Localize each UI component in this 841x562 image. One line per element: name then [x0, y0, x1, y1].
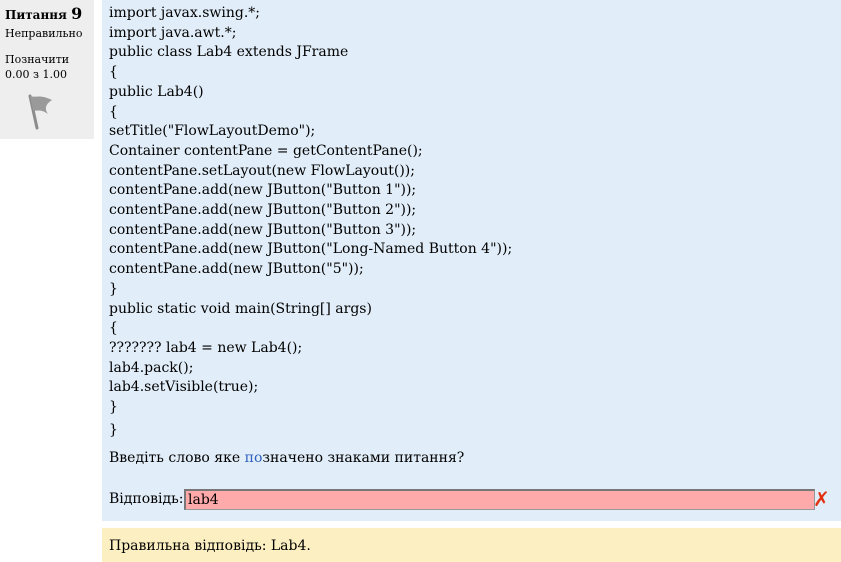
- question-grade: Позначити 0.00 з 1.00: [5, 52, 69, 82]
- code-line: contentPane.add(new JButton("Button 3"))…: [109, 221, 417, 238]
- code-line: contentPane.setLayout(new FlowLayout());: [109, 162, 415, 179]
- answer-row: Відповідь: ✗: [109, 487, 835, 511]
- code-line: public static void main(String[] args): [109, 300, 372, 317]
- code-line: Container contentPane = getContentPane()…: [109, 142, 423, 159]
- flag-icon[interactable]: [26, 94, 56, 130]
- answer-input[interactable]: [184, 489, 815, 510]
- code-line: public class Lab4 extends JFrame: [109, 44, 349, 61]
- prompt-text-after: значено знаками питання?: [262, 450, 465, 466]
- code-line: contentPane.add(new JButton("5"));: [109, 261, 364, 278]
- question-state: Неправильно: [5, 27, 83, 40]
- question-code: import javax.swing.*; import java.awt.*; p…: [109, 4, 512, 418]
- code-line: {: [109, 64, 118, 81]
- question-label: Питання: [5, 8, 67, 22]
- code-line: contentPane.add(new JButton("Long-Named …: [109, 241, 513, 258]
- correct-answer-feedback: Правильна відповідь: Lab4.: [102, 528, 841, 562]
- code-line: lab4.setVisible(true);: [109, 379, 259, 396]
- prompt-highlight: по: [244, 450, 263, 466]
- correct-answer-text: Правильна відповідь: Lab4.: [109, 538, 311, 554]
- answer-label: Відповідь:: [109, 491, 184, 507]
- question-info-panel: Питання 9 Неправильно Позначити 0.00 з 1…: [0, 0, 94, 139]
- code-line: ??????? lab4 = new Lab4();: [109, 339, 303, 356]
- flag-question-link[interactable]: Позначити: [5, 52, 69, 67]
- code-closing-brace: }: [109, 422, 118, 438]
- code-line: lab4.pack();: [109, 359, 194, 376]
- code-line: contentPane.add(new JButton("Button 1"))…: [109, 182, 417, 199]
- question-content: import javax.swing.*; import java.awt.*; p…: [102, 0, 841, 521]
- code-line: public Lab4(): [109, 83, 204, 100]
- question-prompt: Введіть слово яке позначено знаками пита…: [109, 450, 464, 466]
- code-line: }: [109, 399, 118, 416]
- code-line: import javax.swing.*;: [109, 5, 260, 21]
- code-line: {: [109, 320, 118, 337]
- code-line: setTitle("FlowLayoutDemo");: [109, 123, 316, 140]
- question-number-value: 9: [71, 4, 83, 23]
- prompt-text-before: Введіть слово яке: [109, 450, 245, 466]
- grade-value: 0.00 з 1.00: [5, 68, 67, 81]
- question-number: Питання 9: [5, 4, 82, 23]
- code-line: {: [109, 103, 118, 120]
- code-line: }: [109, 280, 118, 297]
- code-line: import java.awt.*;: [109, 24, 237, 41]
- incorrect-icon: ✗: [813, 487, 830, 511]
- code-line: contentPane.add(new JButton("Button 2"))…: [109, 202, 417, 219]
